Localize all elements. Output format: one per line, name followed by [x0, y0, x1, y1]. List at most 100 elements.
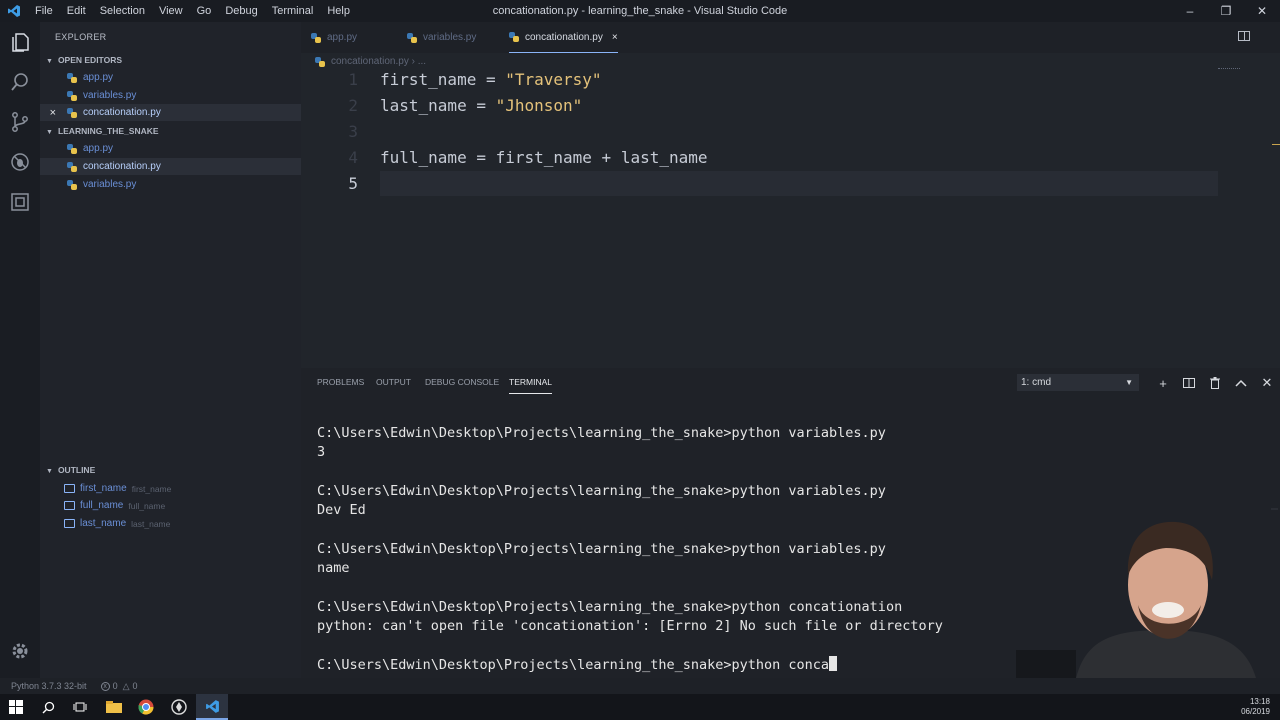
source-control-icon[interactable]: [0, 102, 40, 142]
close-tab-icon[interactable]: ×: [612, 32, 618, 43]
variable-icon: [64, 501, 75, 510]
file-explorer-icon[interactable]: [98, 694, 130, 720]
status-bar: Python 3.7.3 32-bit x 0 △ 0: [0, 678, 1280, 694]
webcam-presenter-image: [1016, 510, 1280, 678]
python-file-icon: [67, 161, 77, 172]
split-terminal-icon[interactable]: [1182, 376, 1196, 390]
menu-go[interactable]: Go: [190, 0, 219, 22]
file-item-selected[interactable]: concationation.py: [40, 158, 301, 175]
warning-icon: △: [122, 680, 130, 691]
search-icon[interactable]: [32, 694, 64, 720]
python-file-icon: [315, 56, 325, 67]
open-editor-item[interactable]: variables.py: [40, 87, 301, 104]
python-file-icon: [67, 107, 77, 118]
python-file-icon: [67, 179, 77, 190]
line-number: 3: [348, 122, 358, 141]
vscode-logo-icon: [0, 0, 28, 22]
new-terminal-icon[interactable]: +: [1156, 376, 1170, 391]
tab-terminal[interactable]: TERMINAL: [509, 377, 552, 394]
python-file-icon: [67, 143, 77, 154]
extensions-icon[interactable]: [0, 182, 40, 222]
panel-tabs: PROBLEMS OUTPUT DEBUG CONSOLE TERMINAL 1…: [301, 368, 1280, 398]
menu-help[interactable]: Help: [320, 0, 357, 22]
python-file-icon: [509, 32, 519, 42]
terminal-line: 3: [317, 444, 326, 461]
activity-bar: [0, 22, 40, 678]
terminal-select[interactable]: 1: cmd ▼: [1017, 374, 1139, 391]
tab-concationation[interactable]: concationation.py ×: [509, 22, 618, 53]
menu-debug[interactable]: Debug: [218, 0, 264, 22]
string-token: "Traversy": [505, 70, 602, 89]
error-icon: x: [100, 681, 110, 691]
tab-variables[interactable]: variables.py: [407, 22, 476, 53]
overview-ruler-mark: [1272, 144, 1280, 145]
python-file-icon: [67, 90, 77, 101]
tab-debug-console[interactable]: DEBUG CONSOLE: [425, 377, 499, 387]
tab-problems[interactable]: PROBLEMS: [317, 377, 364, 387]
kill-terminal-icon[interactable]: [1208, 376, 1222, 390]
minimize-button[interactable]: –: [1172, 0, 1208, 22]
editor-area: app.py variables.py concationation.py × c…: [301, 22, 1280, 368]
open-editors-header[interactable]: ▼ OPEN EDITORS: [46, 55, 122, 65]
problems-status[interactable]: x 0 △ 0: [100, 680, 138, 692]
file-item[interactable]: app.py: [40, 140, 301, 157]
dropdown-arrow-icon: ▼: [1125, 378, 1133, 387]
code-line[interactable]: full_name = first_name + last_name: [380, 148, 708, 167]
menu-selection[interactable]: Selection: [93, 0, 152, 22]
close-panel-icon[interactable]: ✕: [1260, 375, 1274, 390]
python-interpreter-status[interactable]: Python 3.7.3 32-bit: [11, 681, 87, 691]
variable-icon: [64, 519, 75, 528]
windows-taskbar: 13:18 06/2019: [0, 694, 1280, 720]
project-folder-header[interactable]: ▼ LEARNING_THE_SNAKE: [46, 126, 159, 136]
variable-icon: [64, 484, 75, 493]
collapse-caret-icon: ▼: [46, 468, 53, 475]
menu-edit[interactable]: Edit: [60, 0, 93, 22]
editor-tabs: app.py variables.py concationation.py ×: [301, 22, 1280, 53]
terminal-line: C:\Users\Edwin\Desktop\Projects\learning…: [317, 482, 886, 499]
line-number: 1: [348, 70, 358, 89]
title-bar: File Edit Selection View Go Debug Terminal Help…: [0, 0, 1280, 22]
explorer-icon[interactable]: [0, 22, 40, 62]
minimap[interactable]: [1218, 68, 1240, 74]
terminal-output[interactable]: C:\Users\Edwin\Desktop\Projects\learning…: [317, 424, 943, 675]
string-token: "Jhonson": [495, 96, 583, 115]
menu-terminal[interactable]: Terminal: [265, 0, 321, 22]
tab-output[interactable]: OUTPUT: [376, 377, 411, 387]
search-icon[interactable]: [0, 62, 40, 102]
python-file-icon: [311, 32, 321, 43]
outline-item[interactable]: first_name first_name: [40, 480, 301, 497]
split-editor-icon[interactable]: [1238, 31, 1250, 41]
file-item[interactable]: variables.py: [40, 176, 301, 193]
settings-gear-icon[interactable]: [10, 641, 30, 666]
code-line[interactable]: last_name = "Jhonson": [380, 96, 582, 115]
app-icon[interactable]: [163, 694, 195, 720]
vscode-taskbar-icon[interactable]: [196, 694, 228, 720]
maximize-panel-icon[interactable]: [1234, 376, 1248, 390]
debug-icon[interactable]: [0, 142, 40, 182]
close-window-button[interactable]: ✕: [1244, 0, 1280, 22]
menu-view[interactable]: View: [152, 0, 190, 22]
restore-button[interactable]: ❐: [1208, 0, 1244, 22]
chrome-icon[interactable]: [130, 694, 162, 720]
explorer-title: EXPLORER: [55, 32, 107, 42]
close-editor-icon[interactable]: ×: [40, 107, 56, 119]
line-number: 4: [348, 148, 358, 167]
terminal-line: C:\Users\Edwin\Desktop\Projects\learning…: [317, 540, 886, 557]
task-view-icon[interactable]: [64, 694, 96, 720]
open-editor-item[interactable]: app.py: [40, 69, 301, 86]
breadcrumb[interactable]: concationation.py › ...: [315, 53, 426, 70]
code-line[interactable]: first_name = "Traversy": [380, 70, 602, 89]
system-clock[interactable]: 13:18 06/2019: [1241, 697, 1270, 717]
start-button[interactable]: [0, 694, 32, 720]
outline-item[interactable]: last_name last_name: [40, 515, 301, 532]
explorer-sidebar: EXPLORER ▼ OPEN EDITORS app.py variables.…: [40, 22, 301, 678]
outline-header[interactable]: ▼ OUTLINE: [46, 465, 95, 475]
tab-app[interactable]: app.py: [311, 22, 357, 53]
outline-item[interactable]: full_name full_name: [40, 497, 301, 514]
menu-file[interactable]: File: [28, 0, 60, 22]
open-editor-item-active[interactable]: × concationation.py: [40, 104, 301, 121]
